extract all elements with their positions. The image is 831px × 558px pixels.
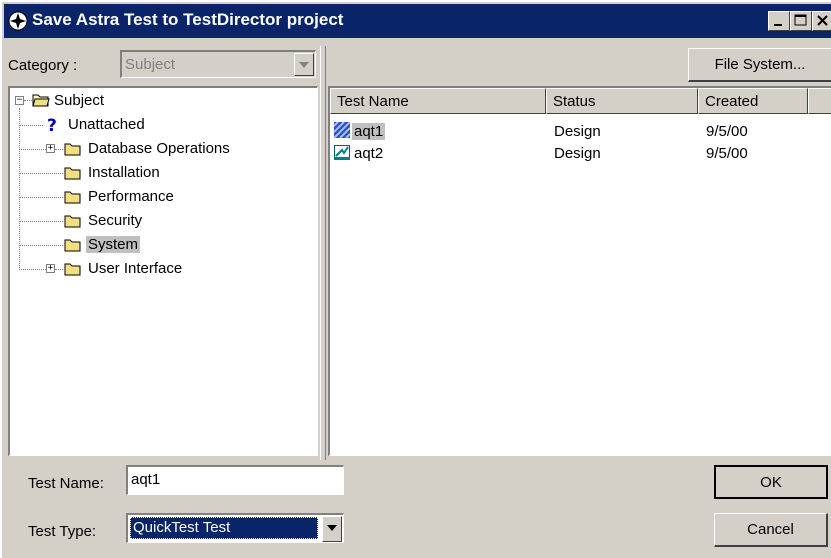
tree-item-label: Security bbox=[88, 212, 143, 229]
column-label: Created bbox=[705, 93, 759, 110]
test-name-label: Test Name: bbox=[28, 475, 104, 492]
tree-connector bbox=[19, 125, 43, 126]
collapse-icon[interactable]: − bbox=[15, 96, 24, 105]
maximize-icon bbox=[794, 14, 807, 26]
svg-text:?: ? bbox=[47, 116, 57, 134]
astra-app-icon bbox=[8, 11, 28, 31]
created-cell: 9/5/00 bbox=[706, 145, 748, 162]
test-type-label: Test Type: bbox=[28, 523, 97, 540]
tree-root-label: Subject bbox=[54, 92, 105, 109]
folder-icon bbox=[64, 191, 81, 204]
tree-connector bbox=[19, 269, 46, 270]
folder-icon bbox=[64, 167, 81, 180]
tree-connector bbox=[24, 100, 32, 101]
minimize-button[interactable] bbox=[768, 11, 790, 31]
tree-item-label: User Interface bbox=[88, 260, 183, 277]
column-header-filler bbox=[808, 88, 831, 114]
title-bar[interactable]: Save Astra Test to TestDirector project bbox=[4, 4, 831, 38]
folder-icon bbox=[64, 239, 81, 252]
expand-icon[interactable]: + bbox=[46, 144, 55, 153]
column-header-status[interactable]: Status bbox=[546, 88, 698, 114]
expand-icon[interactable]: + bbox=[46, 264, 55, 273]
tree-connector bbox=[55, 149, 63, 150]
splitter[interactable] bbox=[320, 46, 326, 460]
open-folder-icon bbox=[32, 94, 50, 107]
created-cell: 9/5/00 bbox=[706, 123, 748, 140]
test-type-value: QuickTest Test bbox=[133, 519, 231, 536]
tree-connector bbox=[19, 173, 63, 174]
minimize-icon bbox=[774, 24, 782, 26]
chevron-down-icon[interactable] bbox=[322, 516, 342, 542]
cancel-button[interactable]: Cancel bbox=[714, 513, 828, 547]
cancel-label: Cancel bbox=[747, 521, 794, 538]
category-value: Subject bbox=[125, 56, 176, 73]
tree-connector bbox=[19, 197, 63, 198]
status-cell: Design bbox=[554, 123, 601, 140]
save-dialog: Save Astra Test to TestDirector project … bbox=[0, 0, 831, 558]
tree-item-label: Performance bbox=[88, 188, 174, 205]
table-row[interactable]: aqt2 Design 9/5/00 bbox=[330, 142, 831, 164]
test-name-input[interactable]: aqt1 bbox=[126, 465, 344, 495]
tree-connector bbox=[19, 221, 63, 222]
close-button[interactable] bbox=[812, 11, 831, 31]
column-header-test-name[interactable]: Test Name bbox=[330, 88, 546, 114]
astra-test-icon bbox=[334, 145, 350, 160]
window-title: Save Astra Test to TestDirector project bbox=[32, 10, 344, 29]
column-label: Status bbox=[553, 93, 596, 110]
folder-icon bbox=[64, 263, 81, 276]
close-icon bbox=[817, 15, 828, 26]
test-list[interactable]: Test Name Status Created aqt1 Design 9/5… bbox=[328, 86, 831, 456]
quicktest-icon bbox=[334, 122, 350, 138]
folder-icon bbox=[64, 215, 81, 228]
status-cell: Design bbox=[554, 145, 601, 162]
column-label: Test Name bbox=[337, 93, 409, 110]
category-combo: Subject bbox=[120, 50, 316, 78]
tree-connector bbox=[55, 269, 63, 270]
tree-item-label: System bbox=[86, 236, 141, 253]
file-system-label: File System... bbox=[714, 56, 806, 73]
subject-tree[interactable]: − Subject ? Unattached + Database Operat… bbox=[8, 86, 318, 456]
table-row[interactable]: aqt1 Design 9/5/00 bbox=[330, 120, 831, 142]
ok-label: OK bbox=[760, 474, 782, 491]
tree-connector bbox=[19, 245, 63, 246]
ok-button[interactable]: OK bbox=[714, 465, 828, 499]
test-name-cell: aqt2 bbox=[354, 145, 384, 162]
maximize-button[interactable] bbox=[790, 11, 812, 31]
test-type-select[interactable]: QuickTest Test bbox=[126, 513, 344, 543]
chevron-down-icon bbox=[294, 53, 314, 76]
file-system-button[interactable]: File System... bbox=[688, 48, 831, 82]
folder-icon bbox=[64, 143, 81, 156]
test-name-cell: aqt1 bbox=[352, 123, 386, 140]
question-icon: ? bbox=[47, 116, 57, 134]
tree-item-label: Installation bbox=[88, 164, 160, 181]
column-header-created[interactable]: Created bbox=[698, 88, 808, 114]
tree-item-label: Unattached bbox=[68, 116, 145, 133]
tree-connector bbox=[19, 149, 46, 150]
tree-item-label: Database Operations bbox=[88, 140, 230, 157]
test-name-value: aqt1 bbox=[131, 471, 161, 488]
category-label: Category : bbox=[8, 57, 78, 74]
